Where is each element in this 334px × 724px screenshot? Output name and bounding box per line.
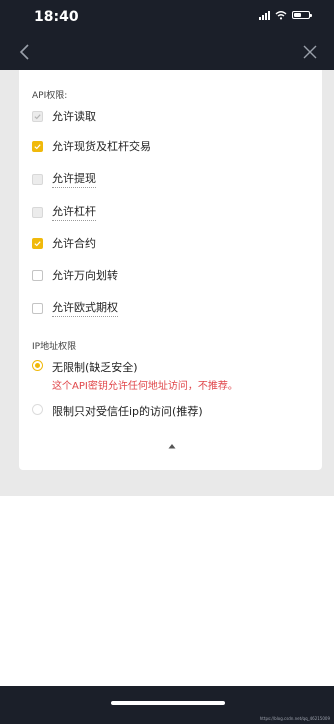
permission-label: 允许提现 (52, 170, 96, 188)
radio-text: 无限制(缺乏安全) 这个API密钥允许任何地址访问，不推荐。 (52, 359, 238, 392)
home-indicator[interactable] (111, 701, 225, 705)
spot-trading-checkbox[interactable] (32, 140, 43, 152)
permission-label: 允许现货及杠杆交易 (52, 140, 151, 153)
back-chevron-icon[interactable] (16, 42, 36, 62)
permission-spot-margin-trading[interactable]: 允许现货及杠杆交易 (32, 138, 151, 154)
signal-icon (259, 10, 270, 20)
home-bar-area: https://blog.csdn.net/qq_46215009 (0, 686, 334, 724)
futures-checkbox[interactable] (32, 237, 43, 249)
radio-label: 限制只对受信任ip的访问(推荐) (52, 405, 203, 418)
permission-label: 允许万向划转 (52, 269, 118, 282)
radio-text: 限制只对受信任ip的访问(推荐) (52, 403, 203, 419)
restricted-radio[interactable] (32, 404, 43, 415)
close-icon[interactable] (300, 42, 320, 62)
ip-option-restricted[interactable]: 限制只对受信任ip的访问(推荐) (32, 403, 203, 419)
status-time: 18:40 (34, 9, 79, 25)
permission-european-options[interactable]: 允许欧式期权 (32, 299, 118, 317)
permission-label: 允许欧式期权 (52, 299, 118, 317)
check-icon (34, 143, 41, 149)
permission-label: 允许读取 (52, 110, 96, 123)
security-warning: 这个API密钥允许任何地址访问，不推荐。 (52, 381, 238, 392)
nav-bar (0, 34, 334, 70)
permission-label: 允许杠杆 (52, 203, 96, 221)
ip-option-unrestricted[interactable]: 无限制(缺乏安全) 这个API密钥允许任何地址访问，不推荐。 (32, 359, 238, 392)
withdraw-checkbox[interactable] (32, 173, 43, 185)
status-bar: 18:40 (0, 0, 334, 34)
status-icons (259, 10, 312, 20)
permission-read[interactable]: 允许读取 (32, 108, 96, 124)
permission-margin[interactable]: 允许杠杆 (32, 203, 96, 221)
ip-permissions-title: IP地址权限 (32, 342, 77, 352)
caret-up-icon[interactable] (167, 442, 177, 450)
radio-label: 无限制(缺乏安全) (52, 361, 138, 374)
permission-universal-transfer[interactable]: 允许万向划转 (32, 267, 118, 283)
check-icon (34, 113, 41, 119)
unrestricted-radio[interactable] (32, 360, 43, 371)
european-options-checkbox[interactable] (32, 302, 43, 314)
api-settings-card: API权限: 允许读取 允许现货及杠杆交易 允许提现 允许杠杆 允许合约 允许万… (19, 70, 322, 470)
api-permissions-title: API权限: (32, 91, 68, 101)
watermark: https://blog.csdn.net/qq_46215009 (259, 716, 330, 721)
read-checkbox[interactable] (32, 110, 43, 122)
wifi-icon (275, 11, 287, 20)
margin-checkbox[interactable] (32, 206, 43, 218)
blank-area (0, 496, 334, 686)
permission-withdraw[interactable]: 允许提现 (32, 170, 96, 188)
permission-futures[interactable]: 允许合约 (32, 235, 96, 251)
check-icon (34, 240, 41, 246)
battery-icon (292, 11, 312, 19)
universal-transfer-checkbox[interactable] (32, 269, 43, 281)
permission-label: 允许合约 (52, 237, 96, 250)
